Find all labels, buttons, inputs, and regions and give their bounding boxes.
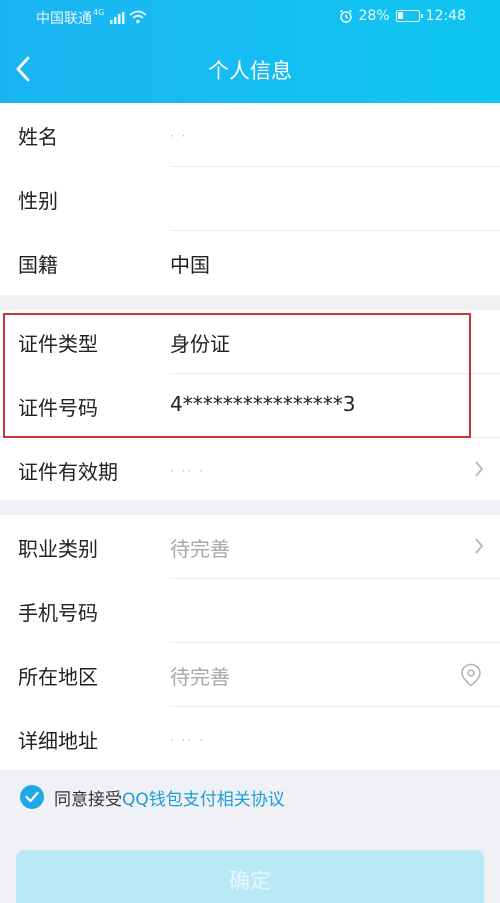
id-validity-label: 证件有效期 [18, 460, 118, 484]
confirm-button[interactable]: 确定 [16, 850, 484, 903]
agreement-link[interactable]: QQ钱包支付相关协议 [122, 785, 285, 810]
carrier-name: 中国联通4G [36, 8, 105, 27]
clock: 12:48 [425, 8, 466, 24]
chevron-right-icon [475, 461, 484, 477]
id-validity-value: · ·· · [170, 464, 205, 478]
occupation-value: 待完善 [170, 537, 230, 561]
gender-label: 性别 [18, 189, 58, 213]
battery-icon [395, 10, 423, 22]
name-label: 姓名 [18, 125, 58, 149]
agreement-row[interactable]: 同意接受 QQ钱包支付相关协议 [20, 784, 285, 810]
alarm-icon [339, 9, 352, 23]
app-header: 中国联通4G 28% 12:48 个人信息 [0, 0, 500, 103]
basic-info-section: 姓名 · · 性别 国籍 中国 [0, 103, 500, 295]
address-label: 详细地址 [18, 729, 98, 753]
chevron-right-icon [475, 538, 484, 554]
check-icon [25, 791, 39, 803]
region-row[interactable]: 所在地区 待完善 [0, 643, 500, 707]
phone-row[interactable]: 手机号码 [0, 579, 500, 643]
nationality-row: 国籍 中国 [0, 231, 500, 295]
phone-label: 手机号码 [18, 601, 98, 625]
extra-info-section: 职业类别 待完善 手机号码 所在地区 待完善 详细地址 · ·· · [0, 515, 500, 770]
nationality-label: 国籍 [18, 253, 58, 277]
battery-percent: 28% [358, 8, 390, 24]
region-value: 待完善 [170, 665, 230, 689]
status-bar: 中国联通4G 28% 12:48 [0, 0, 500, 34]
name-row: 姓名 · · [0, 103, 500, 167]
agreement-checkbox[interactable] [20, 785, 44, 809]
occupation-row[interactable]: 职业类别 待完善 [0, 515, 500, 579]
name-value: · · [170, 129, 188, 143]
status-right: 28% 12:48 [339, 8, 466, 24]
gender-row: 性别 [0, 167, 500, 231]
nationality-value: 中国 [170, 253, 210, 277]
signal-icon [110, 12, 125, 24]
address-row[interactable]: 详细地址 · ·· · [0, 707, 500, 771]
wifi-icon [129, 10, 147, 24]
agreement-text: 同意接受 [54, 789, 122, 810]
id-validity-row[interactable]: 证件有效期 · ·· · [0, 438, 500, 502]
location-pin-icon[interactable] [460, 663, 482, 687]
address-value[interactable]: · ·· · [170, 733, 205, 747]
highlight-box [3, 313, 471, 438]
page-title: 个人信息 [208, 59, 292, 83]
network-badge: 4G [93, 8, 105, 17]
region-label: 所在地区 [18, 665, 98, 689]
occupation-label: 职业类别 [18, 537, 98, 561]
